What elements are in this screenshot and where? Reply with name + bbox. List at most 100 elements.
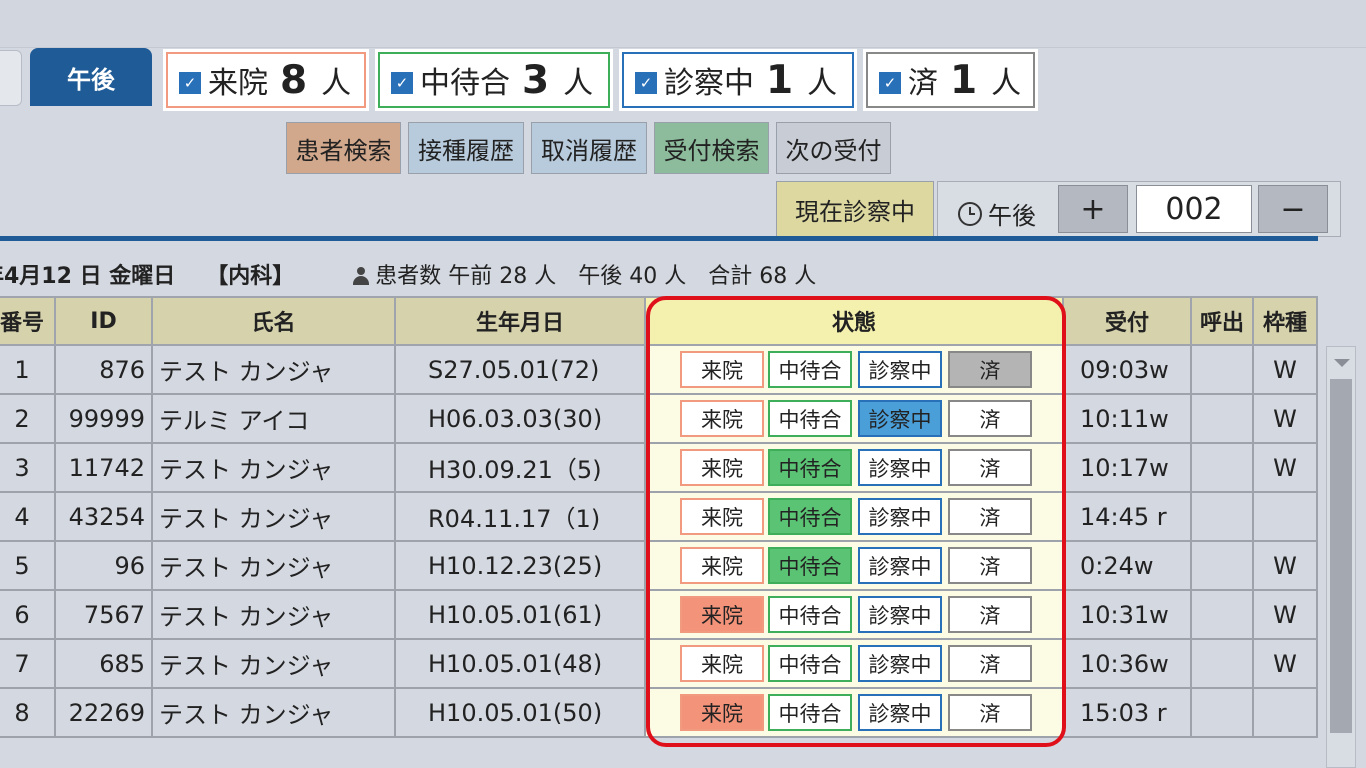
status-waiting-button[interactable]: 中待合 xyxy=(768,645,852,682)
checkbox-icon[interactable]: ✓ xyxy=(391,72,413,94)
status-arrived-button[interactable]: 来院 xyxy=(680,351,764,388)
next-reception-button[interactable]: 次の受付 xyxy=(776,122,891,174)
scroll-thumb[interactable] xyxy=(1330,379,1352,733)
status-done-button[interactable]: 済 xyxy=(948,547,1032,584)
table-row[interactable]: 8 22269 テスト カンジャ H10.05.01(50) 来院 中待合 診察中済 15:0… xyxy=(0,689,1318,738)
header-id[interactable]: ID xyxy=(56,296,153,346)
status-done-button[interactable]: 済 xyxy=(948,351,1032,388)
header-reception[interactable]: 受付 xyxy=(1064,296,1192,346)
checkbox-icon[interactable]: ✓ xyxy=(179,72,201,94)
status-in-exam-button[interactable]: 診察中 xyxy=(858,694,942,731)
status-arrived-button[interactable]: 来院 xyxy=(680,645,764,682)
filter-arrived[interactable]: ✓ 来院 8 人 xyxy=(163,49,369,111)
table-row[interactable]: 6 7567 テスト カンジャ H10.05.01(61) 来院 中待合 診察中済 10:31… xyxy=(0,591,1318,640)
status-waiting-button[interactable]: 中待合 xyxy=(768,694,852,731)
header-no[interactable]: 番号 xyxy=(0,296,56,346)
clock-icon xyxy=(958,201,982,226)
status-waiting-button[interactable]: 中待合 xyxy=(768,351,852,388)
status-done-button[interactable]: 済 xyxy=(948,400,1032,437)
date-label: 年4月12 日 金曜日 xyxy=(0,264,176,289)
filter-done[interactable]: ✓ 済 1 人 xyxy=(863,49,1038,111)
frame-type xyxy=(1254,493,1318,540)
status-done-button[interactable]: 済 xyxy=(948,498,1032,535)
status-done-button[interactable]: 済 xyxy=(948,694,1032,731)
status-in-exam-button[interactable]: 診察中 xyxy=(858,645,942,682)
header-name[interactable]: 氏名 xyxy=(153,296,396,346)
frame-type: W xyxy=(1254,395,1318,442)
header-status[interactable]: 状態 xyxy=(646,296,1064,346)
status-arrived-button[interactable]: 来院 xyxy=(680,400,764,437)
frame-type: W xyxy=(1254,346,1318,393)
call-cell xyxy=(1192,444,1254,491)
patient-name: テスト カンジャ xyxy=(153,493,396,540)
row-number: 3 xyxy=(0,444,56,491)
patient-name: テルミ アイコ xyxy=(153,395,396,442)
patient-name: テスト カンジャ xyxy=(153,640,396,687)
tab-afternoon[interactable]: 午後 xyxy=(30,48,152,106)
status-in-exam-button[interactable]: 診察中 xyxy=(858,498,942,535)
vaccination-history-button[interactable]: 接種履歴 xyxy=(408,122,524,174)
status-waiting-button[interactable]: 中待合 xyxy=(768,596,852,633)
row-number: 7 xyxy=(0,640,56,687)
filter-in-exam[interactable]: ✓ 診察中 1 人 xyxy=(619,49,857,111)
morning-tab[interactable] xyxy=(0,50,22,106)
status-in-exam-button[interactable]: 診察中 xyxy=(858,547,942,584)
table-row[interactable]: 2 99999 テルミ アイコ H06.03.03(30) 来院 中待合 診察中済 10:11… xyxy=(0,395,1318,444)
increment-button[interactable]: + xyxy=(1058,185,1128,233)
reception-time: 10:17w xyxy=(1064,444,1192,491)
status-in-exam-button[interactable]: 診察中 xyxy=(858,449,942,486)
status-waiting-button[interactable]: 中待合 xyxy=(768,547,852,584)
table-row[interactable]: 7 685 テスト カンジャ H10.05.01(48) 来院 中待合 診察中済 10:36w… xyxy=(0,640,1318,689)
filter-count: 8 xyxy=(280,57,308,103)
patient-search-button[interactable]: 患者検索 xyxy=(286,122,401,174)
table-row[interactable]: 1 876 テスト カンジャ S27.05.01(72) 来院 中待合 診察中済 09:03w… xyxy=(0,346,1318,395)
table-row[interactable]: 3 11742 テスト カンジャ H30.09.21（5) 来院 中待合 診察中済 10:17… xyxy=(0,444,1318,493)
queue-number-field[interactable]: 002 xyxy=(1136,185,1252,233)
status-in-exam-button[interactable]: 診察中 xyxy=(858,596,942,633)
status-in-exam-button[interactable]: 診察中 xyxy=(858,400,942,437)
status-waiting-button[interactable]: 中待合 xyxy=(768,400,852,437)
status-cell: 来院 中待合 診察中済 xyxy=(646,395,1064,442)
patient-id: 685 xyxy=(56,640,153,687)
scrollbar[interactable] xyxy=(1326,346,1356,768)
header-dob[interactable]: 生年月日 xyxy=(396,296,646,346)
status-done-button[interactable]: 済 xyxy=(948,596,1032,633)
current-exam-button[interactable]: 現在診察中 xyxy=(776,181,934,237)
status-in-exam-button[interactable]: 診察中 xyxy=(858,351,942,388)
status-arrived-button[interactable]: 来院 xyxy=(680,498,764,535)
table-row[interactable] xyxy=(0,738,1318,768)
status-arrived-button[interactable]: 来院 xyxy=(680,547,764,584)
patient-dob: H10.05.01(48) xyxy=(396,640,646,687)
status-arrived-button[interactable]: 来院 xyxy=(680,449,764,486)
patient-name: テスト カンジャ xyxy=(153,591,396,638)
status-arrived-button[interactable]: 来院 xyxy=(680,694,764,731)
patient-id: 96 xyxy=(56,542,153,589)
table-row[interactable]: 4 43254 テスト カンジャ R04.11.17（1) 来院 中待合 診察中済 14:45… xyxy=(0,493,1318,542)
reception-time: 10:36w xyxy=(1064,640,1192,687)
decrement-button[interactable]: − xyxy=(1258,185,1328,233)
header-frame[interactable]: 枠種 xyxy=(1254,296,1318,346)
top-bar xyxy=(0,0,1366,48)
status-arrived-button[interactable]: 来院 xyxy=(680,596,764,633)
table-row[interactable]: 5 96 テスト カンジャ H10.12.23(25) 来院 中待合 診察中済 0:24w W xyxy=(0,542,1318,591)
reception-time: 10:11w xyxy=(1064,395,1192,442)
scroll-up-icon[interactable] xyxy=(1334,359,1350,367)
status-done-button[interactable]: 済 xyxy=(948,449,1032,486)
status-done-button[interactable]: 済 xyxy=(948,645,1032,682)
patient-count-text: 患者数 午前 28 人 午後 40 人 合計 68 人 xyxy=(375,264,817,289)
checkbox-icon[interactable]: ✓ xyxy=(635,72,657,94)
filter-waiting[interactable]: ✓ 中待合 3 人 xyxy=(375,49,613,111)
call-cell xyxy=(1192,689,1254,736)
header-call[interactable]: 呼出 xyxy=(1192,296,1254,346)
patient-table: 番号 ID 氏名 生年月日 状態 受付 呼出 枠種 1 876 テスト カンジャ S2… xyxy=(0,296,1318,768)
checkbox-icon[interactable]: ✓ xyxy=(879,72,901,94)
reception-time: 14:45 r xyxy=(1064,493,1192,540)
reception-search-button[interactable]: 受付検索 xyxy=(654,122,769,174)
reception-time: 09:03w xyxy=(1064,346,1192,393)
patient-dob: H10.05.01(50) xyxy=(396,689,646,736)
filter-label: 診察中 xyxy=(664,66,754,101)
cancel-history-button[interactable]: 取消履歴 xyxy=(531,122,647,174)
status-waiting-button[interactable]: 中待合 xyxy=(768,498,852,535)
call-cell xyxy=(1192,542,1254,589)
status-waiting-button[interactable]: 中待合 xyxy=(768,449,852,486)
